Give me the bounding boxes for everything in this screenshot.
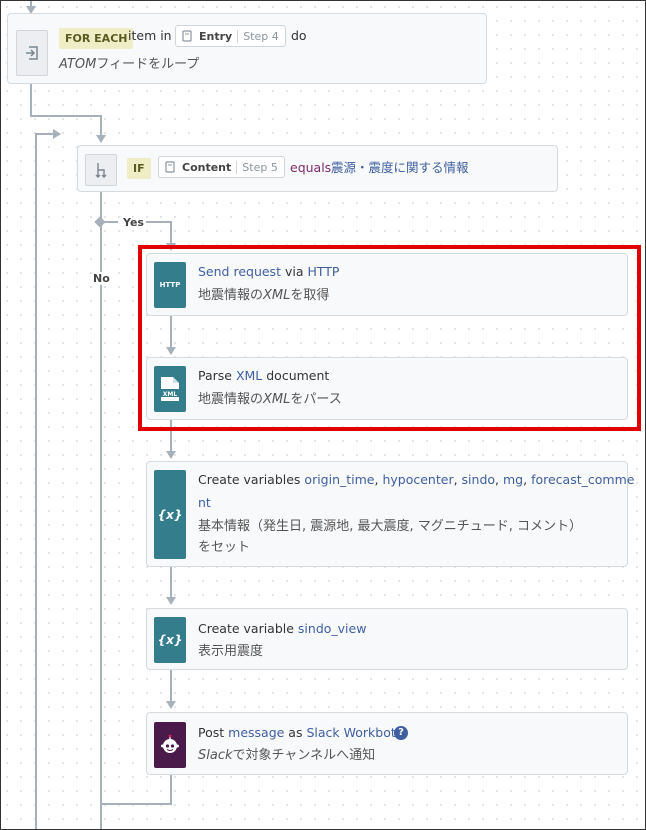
- connector-line: [100, 115, 102, 135]
- connector-line: [170, 670, 172, 701]
- step-description-line2: をセット: [198, 540, 251, 555]
- loop-back-line: [35, 133, 37, 830]
- if-condition-card[interactable]: IF Content Step 5 equals 震源・震度に関する情報: [77, 145, 558, 192]
- datapill-icon: [180, 29, 194, 43]
- arrow-down: [96, 135, 106, 143]
- loop-back-line: [35, 133, 55, 135]
- connector-line: [100, 192, 102, 830]
- arrow-down: [166, 597, 176, 605]
- step-description: ATOMフィードをループ: [59, 57, 200, 72]
- connector-line: [170, 221, 172, 243]
- branch-icon: [85, 154, 117, 186]
- condition-value: 震源・震度に関する情報: [331, 160, 469, 175]
- highlight-box: [138, 245, 641, 431]
- create-variables-step-card[interactable]: {x} Create variables origin_time, hypoce…: [146, 461, 634, 567]
- create-variable-step-card[interactable]: {x} Create variable sindo_view 表示用震度: [146, 608, 628, 670]
- connector-line: [104, 221, 118, 223]
- datapill-icon: [163, 160, 177, 174]
- condition-operator: equals: [290, 160, 332, 175]
- connector-line: [170, 566, 172, 597]
- step-description: Slackで対象チャンネルへ通知: [198, 748, 376, 763]
- entry-data-pill[interactable]: Entry Step 4: [175, 25, 286, 47]
- slack-post-step-card[interactable]: Post message as Slack Workbot ? Slackで対象…: [146, 712, 628, 775]
- help-icon[interactable]: ?: [394, 726, 408, 740]
- content-data-pill[interactable]: Content Step 5: [158, 156, 285, 178]
- arrow-down: [166, 451, 176, 459]
- step-title: Create variables origin_time, hypocenter…: [198, 472, 635, 487]
- arrow-down: [166, 701, 176, 709]
- pill-step: Step 4: [237, 29, 279, 43]
- slack-workbot-icon: [154, 722, 186, 768]
- for-each-keyword-tag: FOR EACH: [59, 28, 134, 49]
- connector-line: [100, 803, 172, 805]
- connector-line: [146, 221, 171, 223]
- pill-name: Entry: [199, 29, 233, 43]
- step-title: Create variable sindo_view: [198, 621, 367, 636]
- variable-icon: {x}: [154, 617, 186, 663]
- arrow-right: [53, 129, 61, 139]
- step-description: 表示用震度: [198, 644, 264, 659]
- if-keyword-tag: IF: [127, 158, 151, 179]
- step-title-wrap: nt: [198, 495, 211, 510]
- pill-step: Step 5: [236, 160, 278, 174]
- item-in-label: item in: [128, 28, 172, 43]
- loop-icon: [16, 30, 48, 76]
- do-label: do: [291, 28, 307, 43]
- branch-label-no: No: [92, 272, 111, 285]
- branch-label-yes: Yes: [123, 216, 144, 229]
- connector-line: [30, 84, 32, 116]
- for-each-step-card[interactable]: FOR EACH item in Entry Step 4 do ATOMフィー…: [7, 13, 487, 84]
- step-title: Post message as Slack Workbot: [198, 725, 396, 740]
- variables-icon: {x}: [154, 470, 186, 559]
- connector-line: [30, 115, 102, 117]
- connector-line: [170, 775, 172, 804]
- step-description-line1: 基本情報（発生日, 震源地, 最大震度, マグニチュード, コメント）: [198, 519, 583, 534]
- pill-name: Content: [182, 160, 232, 174]
